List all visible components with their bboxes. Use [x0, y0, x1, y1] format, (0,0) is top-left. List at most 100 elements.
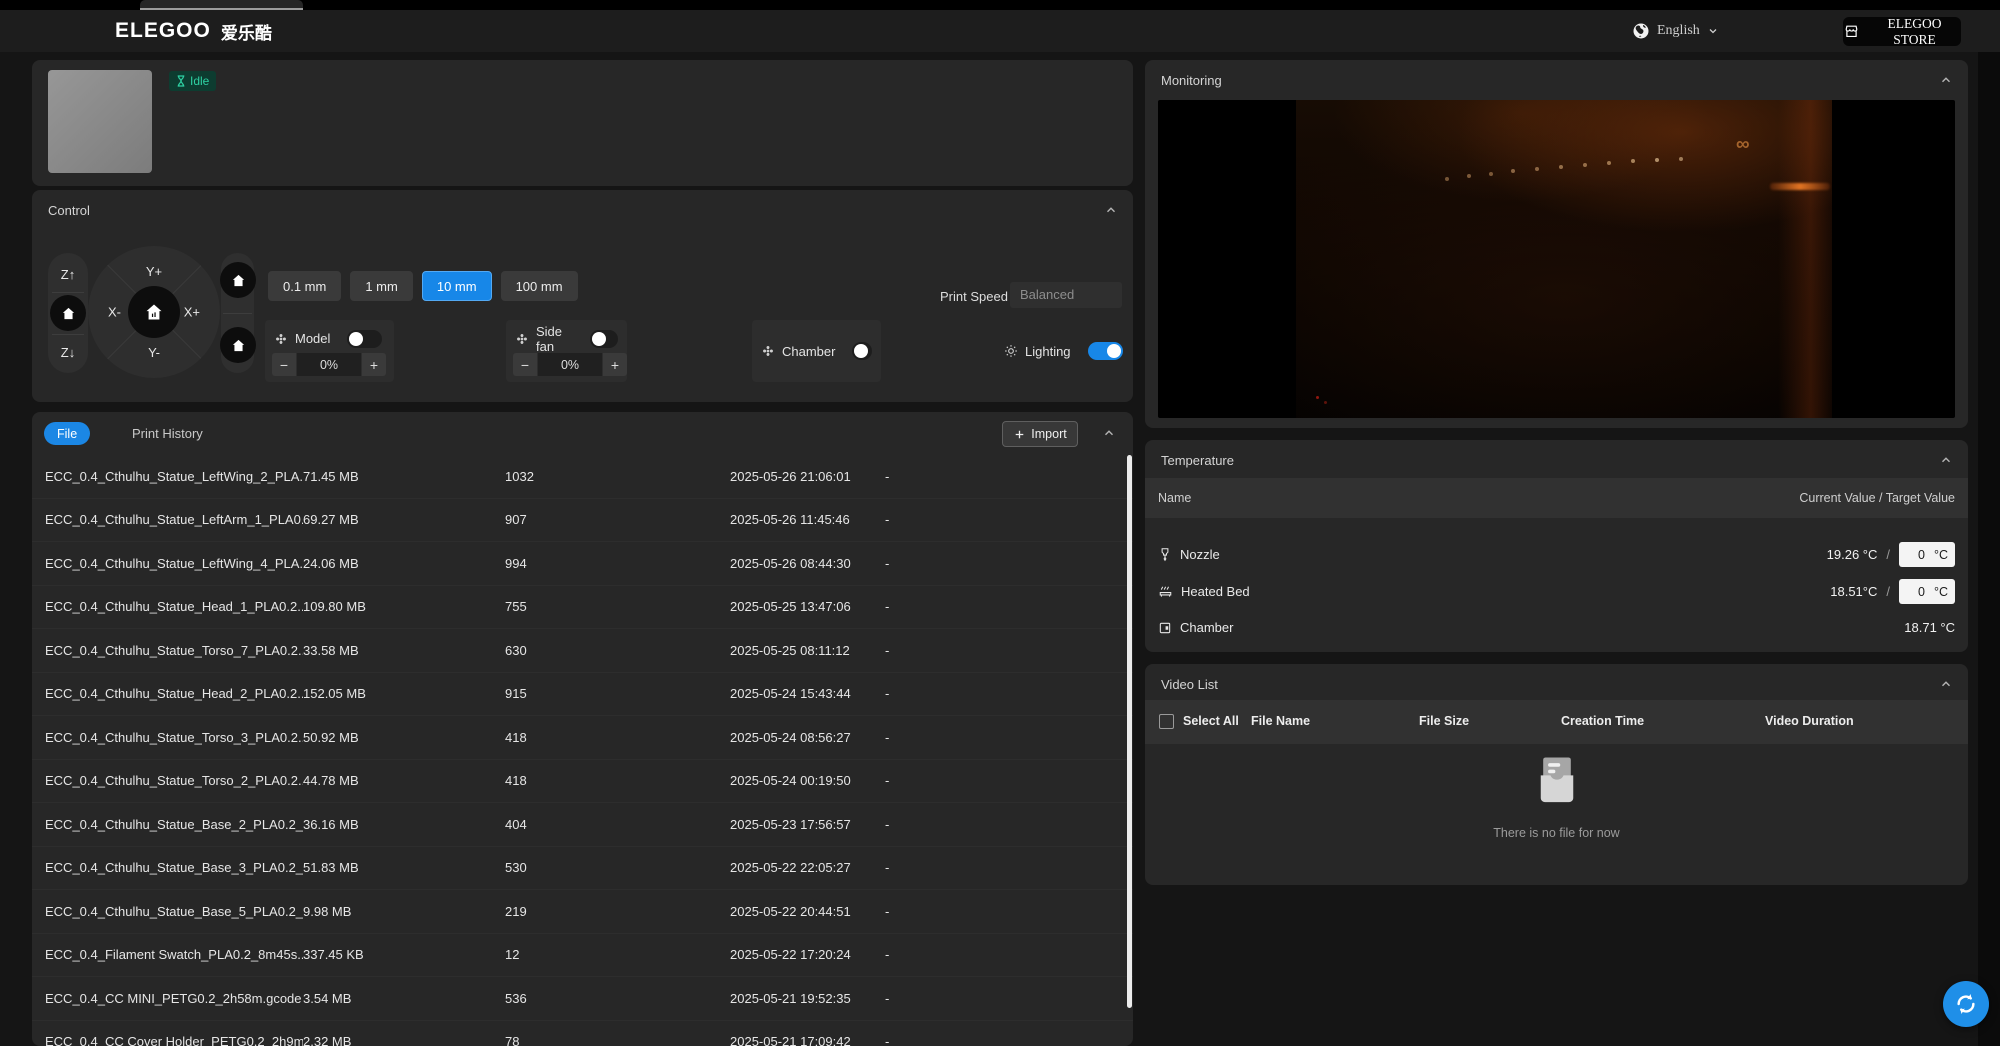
x-plus-button[interactable]: X+	[184, 305, 200, 320]
tab-print-history[interactable]: Print History	[120, 422, 215, 445]
y-plus-button[interactable]: Y+	[146, 264, 162, 279]
file-print-duration: -	[885, 512, 890, 528]
elegoo-store-button[interactable]: ELEGOO STORE	[1843, 16, 1961, 47]
camera-light-dots	[1296, 100, 1298, 102]
import-button[interactable]: Import	[1002, 421, 1078, 447]
file-row[interactable]: ECC_0.4_Cthulhu_Statue_Torso_7_PLA0.2...…	[32, 629, 1133, 673]
file-list-card: File Print History Import ECC_0.4_Cthulh…	[32, 412, 1133, 1046]
side-fan-toggle[interactable]	[590, 329, 618, 348]
side-fan-label: Side fan	[536, 323, 563, 354]
temperature-collapse-button[interactable]	[1938, 452, 1954, 468]
file-row[interactable]: ECC_0.4_Cthulhu_Statue_LeftWing_4_PLA...…	[32, 542, 1133, 586]
window-top-strip	[0, 0, 2000, 10]
temperature-title: Temperature	[1161, 453, 1234, 468]
file-name: ECC_0.4_Cthulhu_Statue_LeftWing_4_PLA...	[45, 555, 303, 571]
home-all-button[interactable]	[220, 262, 256, 298]
video-list-collapse-button[interactable]	[1938, 676, 1954, 692]
file-size: 337.45 KB	[303, 947, 364, 963]
file-row[interactable]: ECC_0.4_Cthulhu_Statue_Head_2_PLA0.2... …	[32, 673, 1133, 716]
chamber-fan-label: Chamber	[782, 343, 836, 359]
file-creation-time: 2025-05-21 17:09:42	[730, 1034, 851, 1046]
file-name: ECC_0.4_Cthulhu_Statue_Torso_7_PLA0.2...	[45, 642, 303, 658]
z-home-button[interactable]	[50, 295, 86, 331]
file-row[interactable]: ECC_0.4_Cthulhu_Statue_LeftWing_2_PLA...…	[32, 455, 1133, 499]
divider	[223, 313, 252, 314]
file-row[interactable]: ECC_0.4_Cthulhu_Statue_LeftArm_1_PLA0...…	[32, 499, 1133, 542]
home-xy-button[interactable]	[220, 327, 256, 363]
file-table: ECC_0.4_Cthulhu_Statue_LeftWing_2_PLA...…	[32, 455, 1133, 1046]
lighting-toggle[interactable]	[1087, 342, 1123, 360]
model-fan-minus-button[interactable]: −	[272, 353, 296, 376]
heated-bed-target-unit: °C	[1933, 584, 1948, 599]
monitoring-collapse-button[interactable]	[1938, 72, 1954, 88]
step-1mm-button[interactable]: 1 mm	[350, 271, 413, 301]
app-header: ELEGOO 爱乐酷 English ELEGOO STORE	[0, 10, 2000, 52]
step-size-group: 0.1 mm 1 mm 10 mm 100 mm	[268, 271, 578, 301]
logo-text-cn: 爱乐酷	[220, 23, 272, 43]
file-row[interactable]: ECC_0.4_Cthulhu_Statue_Torso_3_PLA0.2...…	[32, 716, 1133, 760]
monitoring-title: Monitoring	[1161, 73, 1222, 88]
nozzle-icon	[1158, 547, 1172, 562]
sync-icon	[1953, 991, 1979, 1017]
step-0.1mm-button[interactable]: 0.1 mm	[268, 271, 342, 301]
file-layer-count: 530	[505, 860, 527, 876]
file-creation-time: 2025-05-22 17:20:24	[730, 947, 851, 963]
file-layer-count: 755	[505, 599, 527, 615]
heated-bed-icon	[1158, 585, 1173, 599]
step-10mm-button[interactable]: 10 mm	[421, 271, 492, 301]
model-fan-label: Model	[295, 331, 331, 346]
print-speed-select[interactable]: Balanced	[1010, 282, 1122, 308]
x-minus-button[interactable]: X-	[108, 305, 121, 320]
xy-jog-pad: Y+ Y- X- X+	[88, 246, 220, 378]
file-name: ECC_0.4_CC MINI_PETG0.2_2h58m.gcode	[45, 990, 302, 1006]
file-row[interactable]: ECC_0.4_Filament Swatch_PLA0.2_8m45s....…	[32, 934, 1133, 977]
heated-bed-temp-row: Heated Bed 18.51°C / 0 °C	[1145, 573, 1968, 610]
chamber-label: Chamber	[1180, 620, 1234, 635]
file-row[interactable]: ECC_0.4_Cthulhu_Statue_Base_5_PLA0.2_...…	[32, 890, 1133, 934]
file-print-duration: -	[885, 599, 890, 615]
file-print-duration: -	[885, 686, 890, 702]
control-collapse-button[interactable]	[1103, 202, 1119, 218]
nozzle-target-input[interactable]: 0 °C	[1899, 542, 1955, 567]
camera-led-dot	[1316, 396, 1319, 399]
step-100mm-button[interactable]: 100 mm	[500, 271, 578, 301]
toggle-knob	[349, 331, 364, 346]
lighting-group: Lighting	[995, 320, 1132, 382]
chamber-fan-panel: Chamber	[752, 320, 881, 382]
sync-fab-button[interactable]	[1943, 981, 1989, 1027]
model-fan-percent: 0%	[297, 353, 361, 376]
file-print-duration: -	[885, 1034, 890, 1046]
language-selector[interactable]: English	[1632, 10, 1719, 52]
sun-icon	[1004, 344, 1018, 358]
camera-feed: ∞	[1158, 100, 1955, 418]
xy-home-button[interactable]	[128, 286, 180, 338]
empty-tray-icon	[1531, 754, 1583, 808]
file-row[interactable]: ECC_0.4_Cthulhu_Statue_Torso_2_PLA0.2...…	[32, 760, 1133, 803]
tab-file[interactable]: File	[44, 422, 91, 445]
y-minus-button[interactable]: Y-	[148, 345, 160, 360]
select-all-checkbox[interactable]	[1159, 714, 1174, 729]
file-row[interactable]: ECC_0.4_Cthulhu_Statue_Base_3_PLA0.2_...…	[32, 847, 1133, 890]
window-tab-remnant	[140, 0, 303, 10]
z-up-button[interactable]: Z↑	[48, 257, 88, 291]
model-fan-plus-button[interactable]: +	[362, 353, 386, 376]
file-name: ECC_0.4_Cthulhu_Statue_Base_2_PLA0.2_...	[45, 816, 303, 832]
side-fan-plus-button[interactable]: +	[603, 353, 627, 376]
z-down-button[interactable]: Z↓	[48, 335, 88, 369]
file-list-scrollbar[interactable]	[1127, 455, 1132, 1008]
file-row[interactable]: ECC_0.4_Cthulhu_Statue_Base_2_PLA0.2_...…	[32, 803, 1133, 847]
file-print-duration: -	[885, 555, 890, 571]
globe-icon	[1632, 22, 1650, 40]
side-fan-minus-button[interactable]: −	[513, 353, 537, 376]
heated-bed-target-input[interactable]: 0 °C	[1899, 579, 1955, 604]
file-row[interactable]: ECC_0.4_Cthulhu_Statue_Head_1_PLA0.2... …	[32, 586, 1133, 629]
fan-icon	[761, 344, 775, 358]
home-jog-pill	[220, 253, 256, 373]
model-fan-toggle[interactable]	[347, 329, 383, 348]
file-layer-count: 630	[505, 642, 527, 658]
file-list-collapse-button[interactable]	[1101, 425, 1117, 441]
file-size: 51.83 MB	[303, 860, 359, 876]
chamber-fan-toggle[interactable]	[852, 342, 872, 360]
file-row[interactable]: ECC_0.4_CC Cover Holder_PETG0.2_2h9m... …	[32, 1021, 1133, 1046]
file-row[interactable]: ECC_0.4_CC MINI_PETG0.2_2h58m.gcode 3.54…	[32, 977, 1133, 1021]
